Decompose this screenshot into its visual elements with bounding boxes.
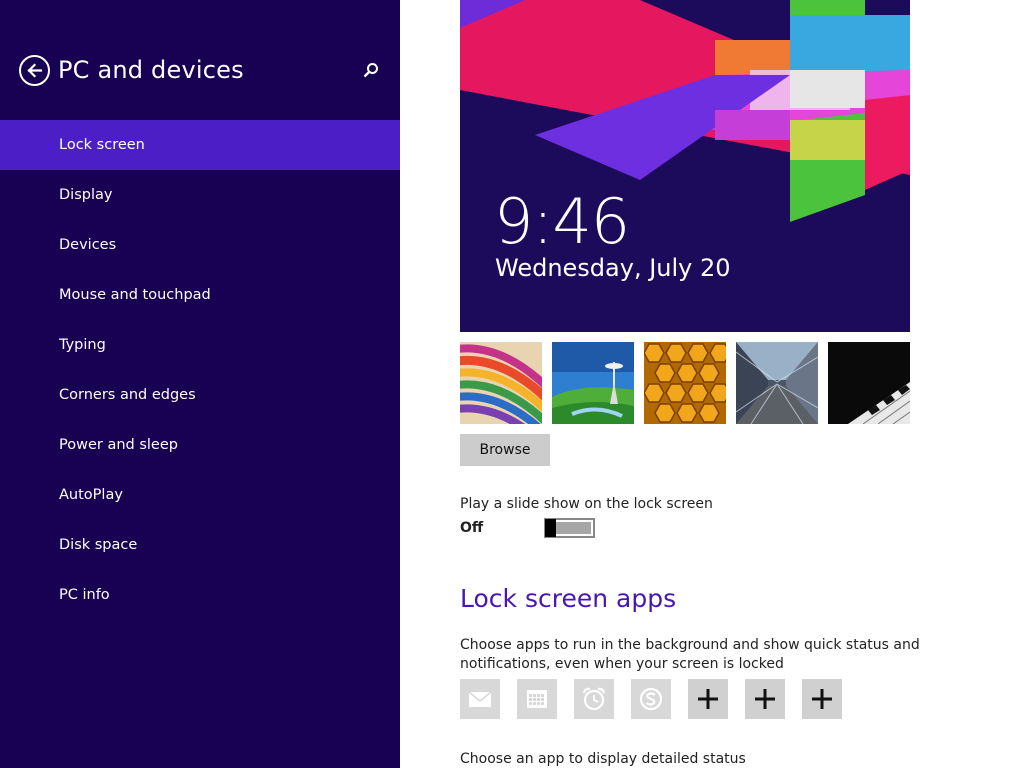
sidebar-item-power-and-sleep[interactable]: Power and sleep [0,420,400,470]
plus-icon [698,689,718,709]
lock-screen-time: 9:46 [494,185,630,258]
sidebar-item-display[interactable]: Display [0,170,400,220]
app-slot-calendar[interactable] [517,679,557,719]
lock-screen-preview: 9:46 Wednesday, July 20 [460,0,910,332]
sidebar-item-devices[interactable]: Devices [0,220,400,270]
sidebar-item-label: Typing [59,337,106,353]
detailed-status-label: Choose an app to display detailed status [460,751,746,767]
toggle-knob [545,519,556,537]
app-slot-add[interactable] [802,679,842,719]
sidebar-item-label: Mouse and touchpad [59,287,211,303]
page-title: PC and devices [58,56,244,84]
calendar-icon [527,690,547,708]
sidebar-item-autoplay[interactable]: AutoPlay [0,470,400,520]
sidebar-item-label: Power and sleep [59,437,178,453]
app-slot-skype[interactable] [631,679,671,719]
app-slot-mail[interactable] [460,679,500,719]
browse-button[interactable]: Browse [460,434,550,466]
back-arrow-icon [27,63,43,78]
thumbnail-honeycomb[interactable] [644,342,726,424]
search-icon [363,63,378,78]
app-slot-add[interactable] [745,679,785,719]
plus-icon [812,689,832,709]
sidebar-item-corners-and-edges[interactable]: Corners and edges [0,370,400,420]
slideshow-label: Play a slide show on the lock screen [460,496,713,512]
lock-screen-date: Wednesday, July 20 [495,254,731,282]
app-slot-alarms[interactable] [574,679,614,719]
skype-icon [639,687,663,711]
slideshow-state-text: Off [460,520,484,536]
thumbnail-space-needle[interactable] [552,342,634,424]
thumbnail-piano-keys[interactable] [828,342,910,424]
sidebar-item-label: Lock screen [59,137,145,153]
back-button[interactable] [19,55,50,86]
search-button[interactable] [360,60,382,82]
thumbnail-motion-tunnel[interactable] [736,342,818,424]
alarm-clock-icon [582,687,606,711]
main-content: 9:46 Wednesday, July 20 Browse Play a sl… [400,0,1024,768]
mail-icon [468,691,492,707]
background-thumbnails [460,342,910,424]
plus-icon [755,689,775,709]
sidebar-nav: Lock screen Display Devices Mouse and to… [0,120,400,620]
app-slot-add[interactable] [688,679,728,719]
sidebar-item-pc-info[interactable]: PC info [0,570,400,620]
sidebar-item-label: Display [59,187,113,203]
sidebar-item-label: AutoPlay [59,487,123,503]
thumbnail-colorful-stripes[interactable] [460,342,542,424]
sidebar-item-typing[interactable]: Typing [0,320,400,370]
sidebar-item-mouse-and-touchpad[interactable]: Mouse and touchpad [0,270,400,320]
lock-screen-apps-description: Choose apps to run in the background and… [460,637,920,672]
lock-screen-apps-heading: Lock screen apps [460,584,677,613]
slideshow-toggle[interactable] [544,518,595,538]
sidebar-item-disk-space[interactable]: Disk space [0,520,400,570]
sidebar-item-label: Devices [59,237,117,253]
sidebar-item-label: Disk space [59,537,138,553]
sidebar: PC and devices Lock screen Display Devic… [0,0,400,768]
sidebar-item-label: Corners and edges [59,387,196,403]
sidebar-item-label: PC info [59,587,110,603]
sidebar-item-lock-screen[interactable]: Lock screen [0,120,400,170]
